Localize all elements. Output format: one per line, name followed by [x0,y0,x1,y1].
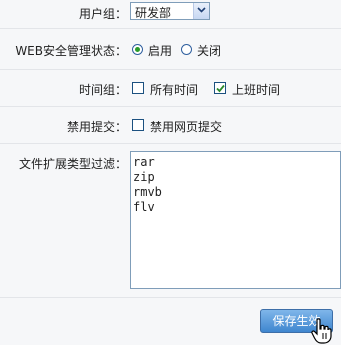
chevron-down-icon[interactable] [193,3,209,19]
checkmark-icon [216,84,225,93]
checkbox-disable-submit[interactable] [132,119,144,131]
checkbox-disable-submit-label[interactable]: 禁用网页提交 [150,118,222,135]
radio-selected-dot-icon [135,47,140,52]
radio-disable-label[interactable]: 关闭 [197,42,221,59]
radio-disable[interactable] [181,44,192,55]
checkbox-all-time[interactable] [132,82,144,94]
user-group-select[interactable]: 研发部 [130,2,210,20]
filter-line: rar [133,155,155,169]
radio-enable-label[interactable]: 启用 [148,42,172,59]
time-group-row: 时间组： 所有时间 上班时间 [0,70,341,106]
time-group-label: 时间组： [78,83,127,97]
user-group-row: 用户组： 研发部 [0,0,341,24]
filter-line: zip [133,170,155,184]
checkbox-all-time-label[interactable]: 所有时间 [150,81,198,98]
web-security-row: WEB安全管理状态： 启用 关闭 [0,29,341,69]
hand-cursor-icon [311,318,332,344]
disable-submit-row: 禁用提交： 禁用网页提交 [0,107,341,143]
disable-submit-label: 禁用提交： [66,120,127,134]
filter-line: rmvb [133,185,162,199]
radio-enable[interactable] [132,44,143,55]
web-security-label: WEB安全管理状态： [15,44,127,58]
divider [0,297,341,298]
checkbox-work-time-label[interactable]: 上班时间 [232,81,280,98]
user-group-value: 研发部 [135,6,172,20]
file-filter-textarea[interactable]: rar zip rmvb flv [130,151,341,289]
file-filter-label: 文件扩展类型过滤： [18,157,127,171]
filter-line: flv [133,200,155,214]
user-group-label: 用户组： [78,7,127,21]
checkbox-work-time[interactable] [214,82,226,94]
